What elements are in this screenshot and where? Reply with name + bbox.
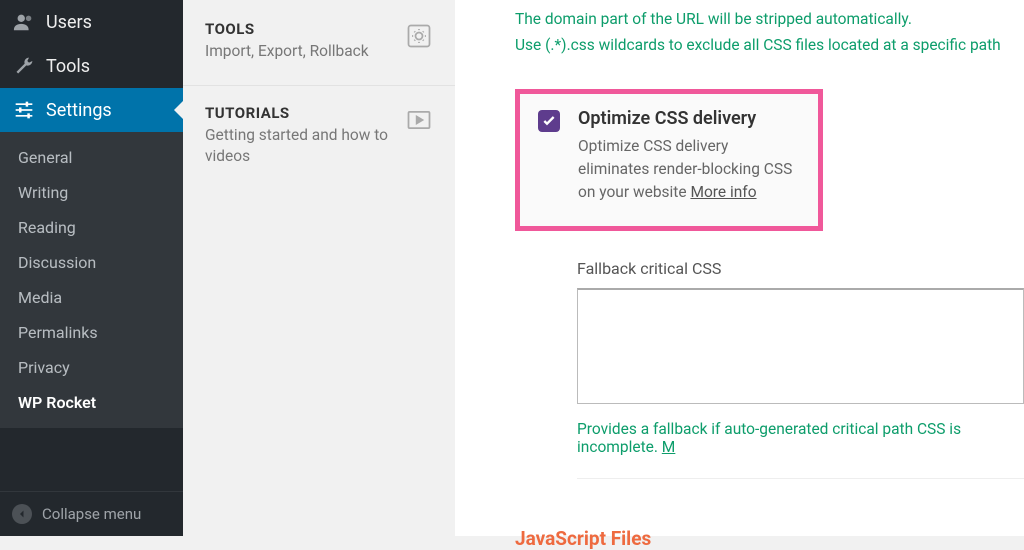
nav-card-tools[interactable]: TOOLS Import, Export, Rollback [183,2,455,86]
optimize-css-title: Optimize CSS delivery [578,108,800,129]
submenu-discussion[interactable]: Discussion [0,245,183,280]
gear-icon [405,22,433,50]
fallback-css-label: Fallback critical CSS [577,259,1024,278]
submenu-permalinks[interactable]: Permalinks [0,315,183,350]
sidebar-item-tools[interactable]: Tools [0,44,183,88]
nav-card-title: TUTORIALS [205,104,397,122]
notice-line: Use (.*).css wildcards to exclude all CS… [515,32,1024,58]
sliders-icon [12,99,36,121]
fallback-helper-text: Provides a fallback if auto-generated cr… [577,420,1024,479]
submenu-wprocket[interactable]: WP Rocket [0,385,183,420]
optimize-css-desc: Optimize CSS delivery eliminates render-… [578,135,800,205]
sidebar-label-settings: Settings [46,100,112,121]
wrench-icon [12,55,36,77]
collapse-label: Collapse menu [42,505,141,523]
sidebar-item-settings[interactable]: Settings [0,88,183,132]
nav-card-title: TOOLS [205,20,369,38]
submenu-reading[interactable]: Reading [0,210,183,245]
submenu-privacy[interactable]: Privacy [0,350,183,385]
sidebar-label-users: Users [46,12,92,33]
sidebar-label-tools: Tools [46,56,90,77]
javascript-files-heading: JavaScript Files [515,527,1024,550]
nav-card-tutorials[interactable]: TUTORIALS Getting started and how to vid… [183,86,455,190]
optimize-css-highlight: Optimize CSS delivery Optimize CSS deliv… [515,89,823,232]
info-notice: The domain part of the URL will be strip… [515,6,1024,59]
fallback-css-textarea[interactable] [577,288,1024,404]
settings-submenu: General Writing Reading Discussion Media… [0,132,183,428]
main-content: The domain part of the URL will be strip… [455,0,1024,536]
submenu-writing[interactable]: Writing [0,175,183,210]
more-info-link[interactable]: More info [690,183,756,201]
notice-line: The domain part of the URL will be strip… [515,6,1024,32]
collapse-menu-button[interactable]: Collapse menu [0,491,183,536]
nav-card-sub: Import, Export, Rollback [205,41,369,63]
submenu-media[interactable]: Media [0,280,183,315]
play-icon [405,106,433,134]
collapse-icon [12,504,32,524]
sidebar-item-users[interactable]: Users [0,0,183,44]
helper-link[interactable]: M [662,438,676,456]
nav-card-sub: Getting started and how to videos [205,125,397,168]
admin-sidebar: Users Tools Settings General Writing Rea… [0,0,183,536]
users-icon [12,11,36,33]
settings-nav-panel: TOOLS Import, Export, Rollback TUTORIALS… [183,0,455,536]
optimize-css-checkbox[interactable] [538,110,560,132]
submenu-general[interactable]: General [0,140,183,175]
